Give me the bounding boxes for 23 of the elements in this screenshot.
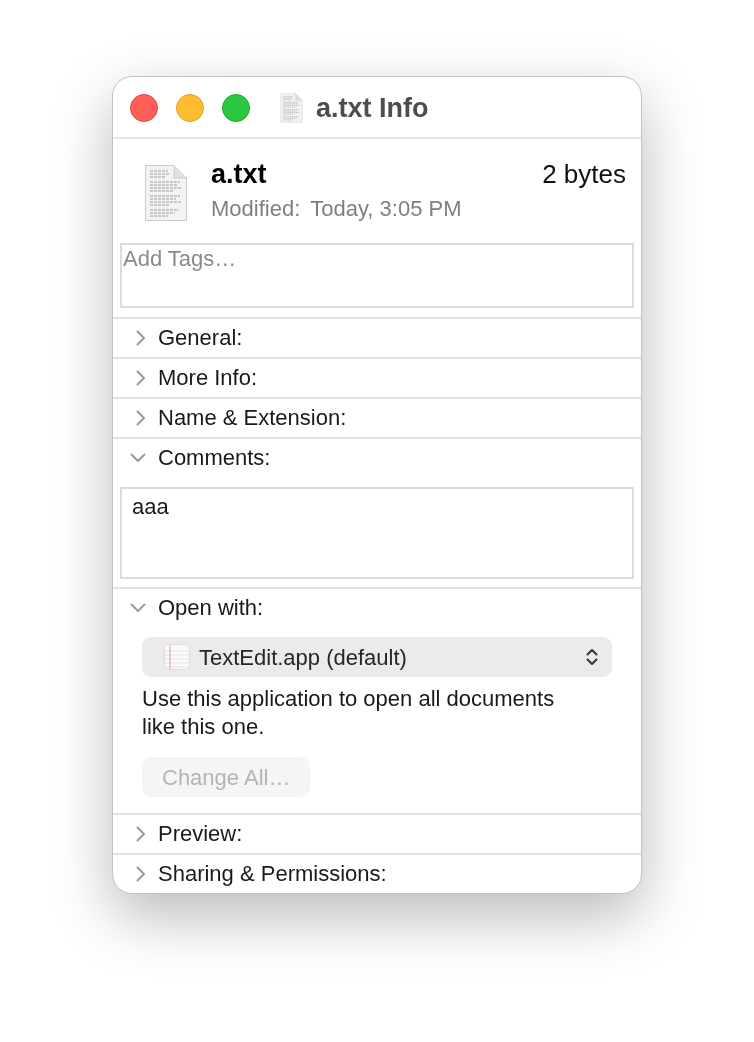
- zoom-button[interactable]: [222, 94, 250, 122]
- section-header[interactable]: Name & Extension:: [129, 404, 347, 432]
- section-header[interactable]: General:: [129, 324, 243, 352]
- window-title: a.txt Info: [316, 92, 429, 124]
- notepad-icon: [164, 644, 190, 670]
- section-header[interactable]: Open with:: [129, 594, 264, 622]
- modified-date: Today, 3:05 PM: [310, 195, 462, 223]
- modified-label: Modified:: [211, 195, 301, 223]
- comments-field[interactable]: aaa: [120, 487, 634, 579]
- tags-field[interactable]: Add Tags…: [120, 243, 634, 308]
- section-header[interactable]: Preview:: [129, 820, 243, 848]
- document-icon: [144, 164, 188, 222]
- section-header[interactable]: More Info:: [129, 364, 258, 392]
- file-name: a.txt: [211, 158, 267, 190]
- app-popup[interactable]: TextEdit.app (default): [142, 637, 612, 677]
- minimize-button[interactable]: [176, 94, 204, 122]
- section-header[interactable]: Sharing & Permissions:: [129, 860, 387, 888]
- updown-chevron-icon: [586, 648, 598, 666]
- file-size: 2 bytes: [542, 158, 626, 190]
- document-icon: [280, 93, 303, 123]
- section-header[interactable]: Comments:: [129, 444, 271, 472]
- description-text: Use this application to open all documents like this one.: [142, 685, 556, 741]
- close-button[interactable]: [130, 94, 158, 122]
